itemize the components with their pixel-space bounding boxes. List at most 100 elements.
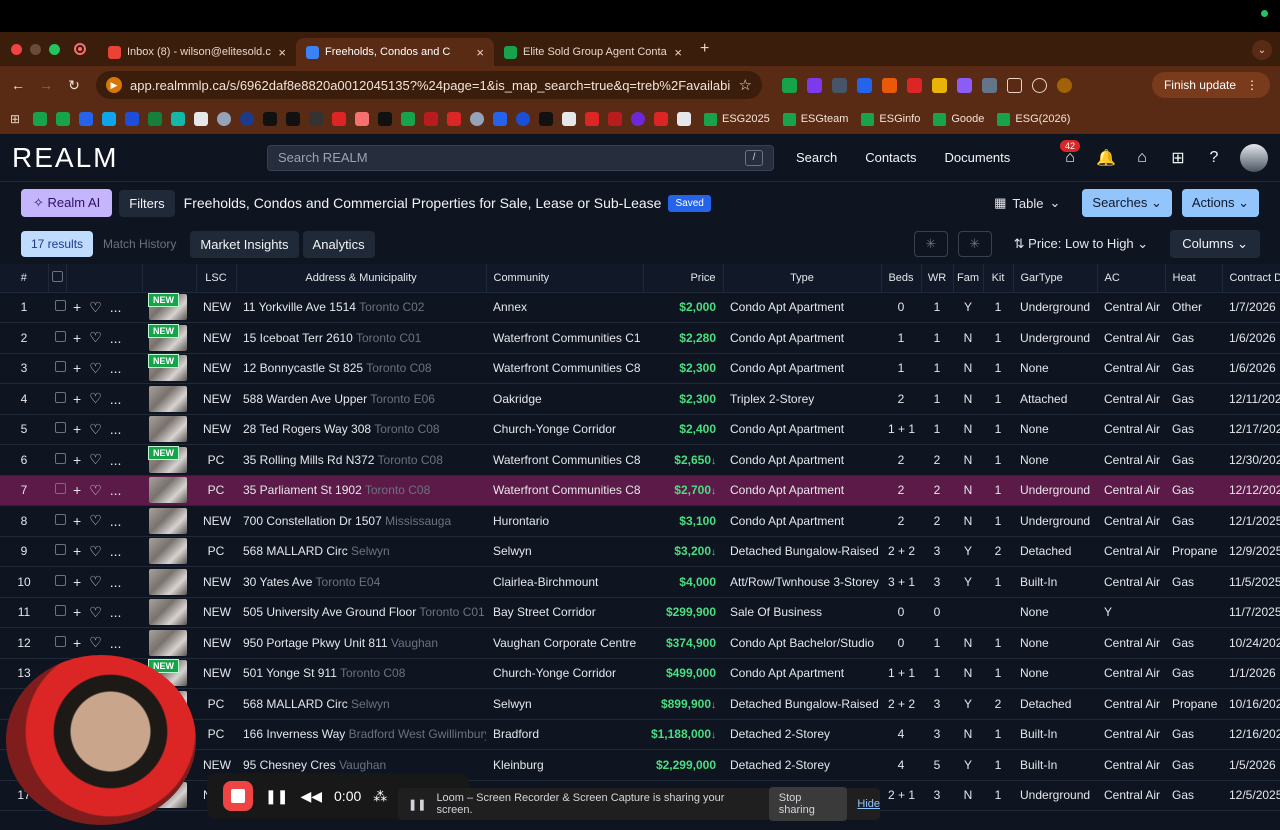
collapse-icon[interactable]: ✳ — [913, 231, 948, 257]
more-icon[interactable]: ... — [110, 330, 122, 346]
table-row[interactable]: 12 + ♡... NEW 950 Portage Pkwy Unit 811 V… — [0, 627, 1280, 659]
search-input[interactable]: Search REALM / — [267, 144, 774, 171]
bookmark-icon[interactable] — [56, 112, 70, 126]
bookmark-folder[interactable]: ESGinfo — [861, 112, 920, 126]
more-icon[interactable]: ... — [110, 574, 122, 590]
bookmark-icon[interactable] — [654, 112, 668, 126]
row-checkbox[interactable] — [48, 536, 66, 567]
col-header-contract-date[interactable]: Contract D — [1222, 264, 1280, 293]
bookmark-icon[interactable] — [424, 112, 438, 126]
heart-icon[interactable]: ♡ — [89, 604, 102, 621]
listing-photo[interactable] — [142, 505, 196, 537]
new-tab-icon[interactable]: + — [700, 40, 709, 58]
listing-photo[interactable] — [142, 566, 196, 598]
profile-icon[interactable] — [1057, 77, 1072, 93]
close-tab-icon[interactable]: × — [674, 45, 682, 60]
browser-tab[interactable]: Inbox (8) - wilson@elitesold.c × — [98, 38, 296, 66]
more-icon[interactable]: ... — [110, 543, 122, 559]
heart-icon[interactable]: ♡ — [89, 482, 102, 499]
more-icon[interactable]: ... — [110, 452, 122, 468]
back-icon[interactable]: ← — [8, 77, 28, 93]
address-cell[interactable]: 700 Constellation Dr 1507 Mississauga — [236, 505, 486, 537]
address-cell[interactable]: 28 Ted Rogers Way 308 Toronto C08 — [236, 414, 486, 445]
nav-contacts[interactable]: Contacts — [865, 150, 916, 165]
bookmark-folder[interactable]: Goode — [933, 112, 984, 126]
bookmark-icon[interactable] — [33, 112, 47, 126]
table-row[interactable]: 8 + ♡... NEW 700 Constellation Dr 1507 Mi… — [0, 505, 1280, 537]
table-row[interactable]: 9 + ♡... PC 568 MALLARD Circ Selwyn Selwy… — [0, 536, 1280, 567]
reload-icon[interactable]: ↻ — [64, 77, 84, 94]
add-icon[interactable]: + — [73, 482, 81, 498]
stop-recording-button[interactable] — [223, 781, 253, 811]
more-icon[interactable]: ... — [110, 421, 122, 437]
bookmark-icon[interactable] — [631, 112, 645, 126]
add-icon[interactable]: + — [73, 330, 81, 346]
analytics-tab[interactable]: Analytics — [302, 230, 375, 258]
row-checkbox[interactable] — [48, 566, 66, 598]
address-cell[interactable]: 12 Bonnycastle St 825 Toronto C08 — [236, 353, 486, 384]
more-icon[interactable]: ... — [110, 299, 122, 315]
extension-icon[interactable] — [907, 77, 922, 93]
row-checkbox[interactable] — [48, 475, 66, 506]
select-all-checkbox[interactable] — [48, 264, 67, 293]
table-row[interactable]: 7 + ♡... PC 35 Parliament St 1902 Toronto… — [0, 475, 1280, 506]
address-cell[interactable]: 11 Yorkville Ave 1514 Toronto C02 — [236, 292, 486, 323]
realm-ai-button[interactable]: ✧ Realm AI — [21, 189, 113, 217]
extension-icon[interactable] — [857, 77, 872, 93]
add-icon[interactable]: + — [73, 299, 81, 315]
col-header-address[interactable]: Address & Municipality — [236, 264, 487, 293]
heart-icon[interactable]: ♡ — [89, 299, 102, 316]
col-header-ac[interactable]: AC — [1097, 264, 1166, 293]
address-cell[interactable]: 501 Yonge St 911 Toronto C08 — [236, 658, 486, 689]
heart-icon[interactable]: ♡ — [89, 512, 102, 529]
sort-dropdown[interactable]: ⇅ Price: Low to High ⌄ — [1014, 236, 1149, 252]
table-row[interactable]: 11 + ♡... NEW 505 University Ave Ground F… — [0, 597, 1280, 628]
listing-photo[interactable] — [142, 475, 196, 506]
bookmark-icon[interactable] — [240, 112, 254, 126]
bookmark-icon[interactable] — [447, 112, 461, 126]
table-row[interactable]: 14 +♡... PC 568 MALLARD Circ Selwyn Selw… — [0, 688, 1280, 720]
heart-icon[interactable]: ♡ — [89, 360, 102, 377]
bookmark-icon[interactable] — [309, 112, 323, 126]
browser-tab[interactable]: Elite Sold Group Agent Conta × — [494, 38, 692, 66]
bookmark-folder[interactable]: ESG2025 — [704, 112, 770, 126]
row-checkbox[interactable] — [48, 627, 66, 659]
bookmark-icon[interactable] — [148, 112, 162, 126]
extension-icon[interactable] — [782, 77, 797, 93]
browser-tab[interactable]: Freeholds, Condos and C × — [296, 38, 494, 66]
listing-photo[interactable] — [142, 383, 196, 415]
table-row[interactable]: 3 + ♡... NEW NEW 12 Bonnycastle St 825 To… — [0, 353, 1280, 384]
bell-icon[interactable]: 🔔 — [1096, 148, 1116, 168]
row-checkbox[interactable] — [48, 597, 66, 628]
bookmark-icon[interactable] — [401, 112, 415, 126]
row-checkbox[interactable] — [48, 414, 66, 445]
tab-search-icon[interactable]: ⌄ — [1252, 40, 1272, 60]
address-cell[interactable]: 30 Yates Ave Toronto E04 — [236, 566, 486, 598]
col-header-wr[interactable]: WR — [921, 264, 954, 293]
bookmark-star-icon[interactable]: ☆ — [739, 76, 752, 94]
col-header-fam[interactable]: Fam — [953, 264, 984, 293]
puzzle-icon[interactable] — [1007, 77, 1022, 93]
col-header-number[interactable]: # — [0, 264, 49, 293]
row-checkbox[interactable] — [48, 444, 66, 476]
bookmark-icon[interactable] — [217, 112, 231, 126]
results-count-tab[interactable]: 17 results — [21, 231, 94, 257]
close-window-icon[interactable] — [11, 43, 22, 55]
address-cell[interactable]: 588 Warden Ave Upper Toronto E06 — [236, 383, 486, 415]
searches-button[interactable]: Searches ⌄ — [1082, 189, 1172, 217]
market-insights-tab[interactable]: Market Insights — [190, 230, 299, 258]
extension-icon[interactable] — [932, 77, 947, 93]
table-row[interactable]: 2 + ♡... NEW NEW 15 Iceboat Terr 2610 Tor… — [0, 322, 1280, 354]
add-icon[interactable]: + — [73, 574, 81, 590]
table-view-button[interactable]: ▦ Table ⌄ — [994, 195, 1060, 211]
sidebar-icon[interactable] — [1032, 77, 1047, 93]
bookmark-icon[interactable] — [263, 112, 277, 126]
listing-photo[interactable] — [142, 597, 196, 628]
apps-grid-icon[interactable]: ⊞ — [1168, 148, 1188, 168]
add-icon[interactable]: + — [73, 635, 81, 651]
actions-button[interactable]: Actions ⌄ — [1181, 189, 1259, 217]
row-checkbox[interactable] — [48, 322, 66, 354]
row-checkbox[interactable] — [48, 505, 66, 537]
add-icon[interactable]: + — [73, 391, 81, 407]
address-cell[interactable]: 35 Parliament St 1902 Toronto C08 — [236, 475, 486, 506]
